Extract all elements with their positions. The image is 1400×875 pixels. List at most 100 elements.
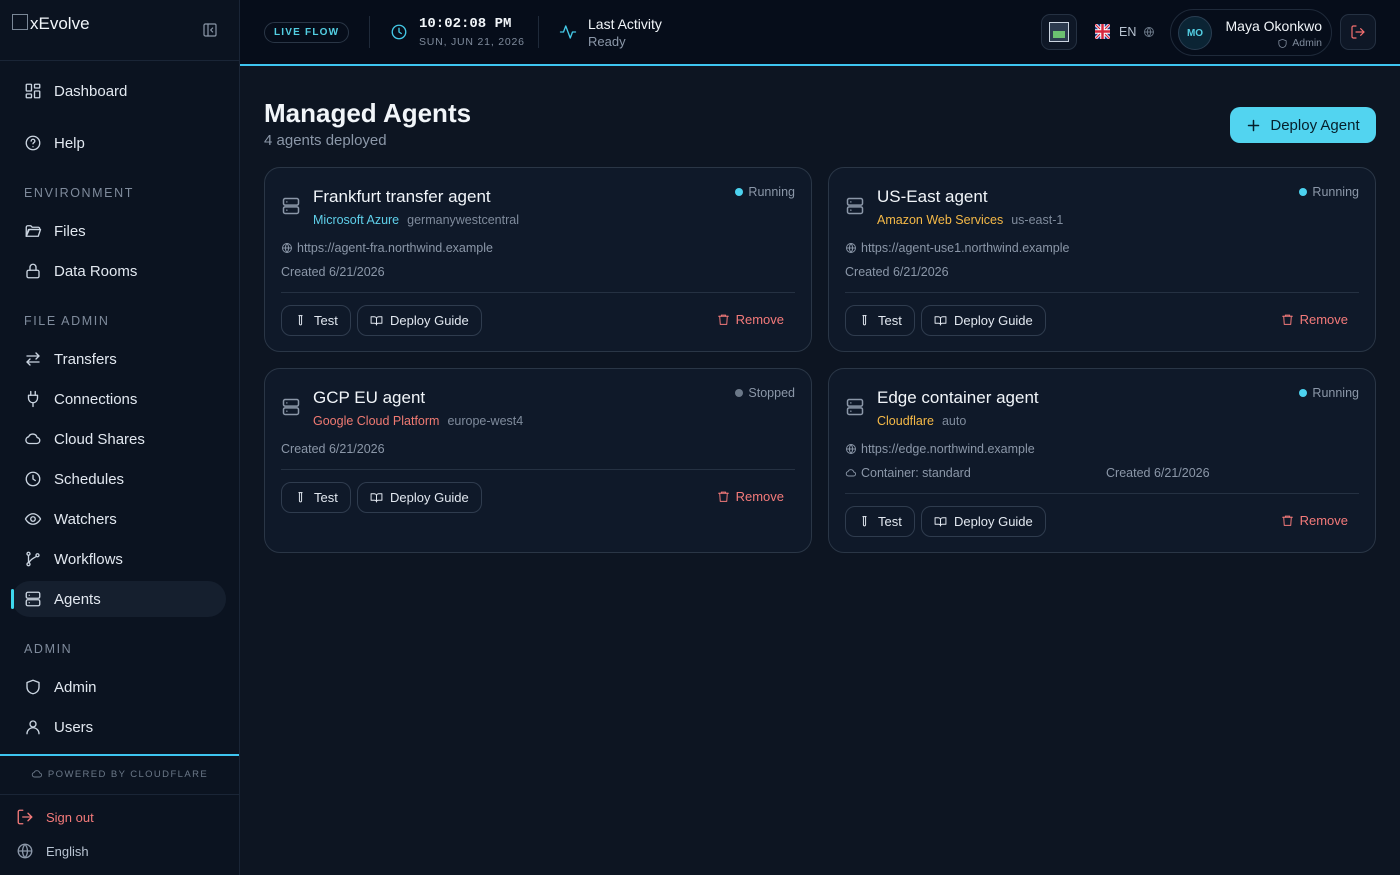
- deploy-agent-button[interactable]: Deploy Agent: [1230, 107, 1376, 143]
- card-divider: [845, 292, 1359, 293]
- agent-region: germanywestcentral: [407, 213, 519, 227]
- server-icon: [281, 396, 301, 418]
- logout-button[interactable]: [1340, 14, 1376, 50]
- sign-out-button[interactable]: Sign out: [16, 808, 94, 826]
- remove-label: Remove: [1299, 312, 1348, 327]
- agent-created: Created 6/21/2026: [281, 265, 385, 279]
- status-badge: Stopped: [735, 386, 795, 400]
- language-switcher[interactable]: English: [16, 842, 89, 860]
- agent-card: US-East agent Amazon Web Services us-eas…: [828, 167, 1376, 352]
- globe-icon: [281, 242, 293, 254]
- last-activity-title: Last Activity: [588, 16, 662, 32]
- topbar-divider: [369, 16, 370, 48]
- sidebar-collapse-icon: [203, 23, 217, 37]
- deploy-guide-label: Deploy Guide: [390, 490, 469, 505]
- test-button[interactable]: Test: [845, 506, 915, 537]
- collapse-sidebar-button[interactable]: [202, 22, 218, 38]
- sidebar-item-agents[interactable]: Agents: [11, 581, 226, 617]
- sidebar-item-admin[interactable]: Admin: [12, 669, 226, 705]
- user-menu[interactable]: MO Maya Okonkwo Admin: [1170, 9, 1332, 56]
- sidebar-item-transfers[interactable]: Transfers: [12, 341, 226, 377]
- deploy-guide-button[interactable]: Deploy Guide: [357, 305, 482, 336]
- card-divider: [281, 292, 795, 293]
- dashboard-icon: [24, 82, 42, 100]
- sidebar-item-connections[interactable]: Connections: [12, 381, 226, 417]
- server-icon: [281, 195, 301, 217]
- remove-label: Remove: [735, 312, 784, 327]
- workflow-icon: [24, 550, 42, 568]
- remove-button[interactable]: Remove: [1281, 312, 1348, 327]
- test-button[interactable]: Test: [281, 482, 351, 513]
- test-label: Test: [878, 514, 902, 529]
- plus-icon: [1246, 118, 1261, 133]
- test-tube-icon: [294, 314, 307, 327]
- agent-provider: Amazon Web Services: [877, 213, 1004, 227]
- cloud-icon: [31, 768, 43, 780]
- agent-name: Frankfurt transfer agent: [313, 187, 491, 206]
- agent-provider-row: Google Cloud Platform europe-west4: [313, 414, 523, 428]
- agent-name: US-East agent: [877, 187, 988, 206]
- server-icon: [845, 195, 865, 217]
- user-role: Admin: [1277, 37, 1322, 49]
- status-label: Stopped: [748, 386, 795, 400]
- agent-region: auto: [941, 414, 967, 428]
- sign-out-label: Sign out: [46, 809, 94, 825]
- trash-icon: [717, 490, 730, 503]
- agent-provider: Microsoft Azure: [313, 213, 400, 227]
- sidebar-item-workflows[interactable]: Workflows: [12, 541, 226, 577]
- server-icon: [845, 396, 865, 418]
- sidebar-item-label: Connections: [54, 390, 138, 408]
- sidebar-item-help[interactable]: Help: [12, 125, 226, 161]
- sidebar-item-label: Schedules: [54, 470, 125, 488]
- sidebar-item-cloud-shares[interactable]: Cloud Shares: [12, 421, 226, 457]
- trash-icon: [717, 313, 730, 326]
- brand-logo[interactable]: xEvolve: [12, 14, 90, 34]
- book-icon: [934, 515, 947, 528]
- deploy-guide-button[interactable]: Deploy Guide: [921, 506, 1046, 537]
- uk-flag-icon: [1095, 24, 1110, 39]
- language-selector[interactable]: EN: [1095, 24, 1155, 39]
- globe-icon: [16, 842, 34, 860]
- sidebar-item-files[interactable]: Files: [12, 213, 226, 249]
- cloud-icon: [845, 467, 857, 479]
- agent-created: Created 6/21/2026: [281, 442, 385, 456]
- deploy-guide-button[interactable]: Deploy Guide: [921, 305, 1046, 336]
- log-out-icon: [16, 808, 34, 826]
- transfer-icon: [24, 350, 42, 368]
- globe-icon: [1143, 26, 1155, 38]
- test-button[interactable]: Test: [281, 305, 351, 336]
- remove-button[interactable]: Remove: [717, 489, 784, 504]
- help-icon: [24, 134, 42, 152]
- image-button[interactable]: [1041, 14, 1077, 50]
- sidebar-item-data-rooms[interactable]: Data Rooms: [12, 253, 226, 289]
- remove-label: Remove: [1299, 513, 1348, 528]
- language-code: EN: [1119, 24, 1137, 39]
- sidebar-item-schedules[interactable]: Schedules: [12, 461, 226, 497]
- agent-card: GCP EU agent Google Cloud Platform europ…: [264, 368, 812, 553]
- clock-icon: [390, 23, 408, 41]
- deploy-guide-label: Deploy Guide: [954, 514, 1033, 529]
- test-tube-icon: [294, 491, 307, 504]
- sidebar-item-watchers[interactable]: Watchers: [12, 501, 226, 537]
- sidebar-item-label: Users: [54, 718, 94, 736]
- sidebar-item-users[interactable]: Users: [12, 709, 226, 745]
- remove-button[interactable]: Remove: [717, 312, 784, 327]
- agent-card: Edge container agent Cloudflare auto Run…: [828, 368, 1376, 553]
- test-tube-icon: [858, 515, 871, 528]
- agent-provider-row: Microsoft Azure germanywestcentral: [313, 213, 519, 227]
- agent-provider: Cloudflare: [877, 414, 934, 428]
- log-out-icon: [1351, 25, 1365, 39]
- sidebar-item-dashboard[interactable]: Dashboard: [12, 73, 226, 109]
- deploy-guide-label: Deploy Guide: [390, 313, 469, 328]
- status-dot: [1299, 389, 1308, 397]
- agent-url: https://edge.northwind.example: [845, 442, 1035, 456]
- sidebar-item-label: Help: [54, 134, 85, 152]
- test-label: Test: [878, 313, 902, 328]
- avatar: MO: [1178, 16, 1212, 50]
- deploy-guide-button[interactable]: Deploy Guide: [357, 482, 482, 513]
- status-label: Running: [1312, 386, 1359, 400]
- test-button[interactable]: Test: [845, 305, 915, 336]
- test-label: Test: [314, 490, 338, 505]
- status-label: Running: [748, 185, 795, 199]
- remove-button[interactable]: Remove: [1281, 513, 1348, 528]
